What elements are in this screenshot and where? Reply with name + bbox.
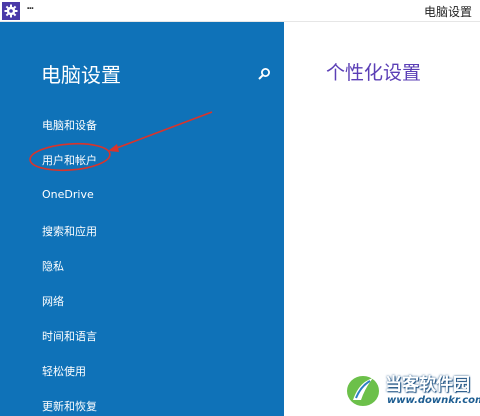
sidebar-item-search-apps[interactable]: 搜索和应用 (42, 223, 97, 239)
sidebar-item-network[interactable]: 网络 (42, 293, 64, 309)
watermark-logo-icon (345, 374, 381, 408)
window-menu-button[interactable]: ┅ (27, 2, 34, 15)
window-title: 电脑设置 (423, 5, 472, 19)
sidebar-item-time-language[interactable]: 时间和语言 (42, 328, 97, 344)
watermark-name: 当客软件园 (385, 375, 470, 395)
main-title: 个性化设置 (326, 62, 422, 84)
sidebar-item-ease-of-access[interactable]: 轻松使用 (42, 363, 86, 379)
sidebar-item-update-recovery[interactable]: 更新和恢复 (42, 398, 97, 414)
sidebar-item-accounts[interactable]: 用户和帐户 (42, 152, 97, 168)
sidebar-item-privacy[interactable]: 隐私 (42, 258, 64, 274)
search-icon[interactable] (257, 66, 271, 80)
sidebar: 电脑设置 电脑和设备 用户和帐户 OneDrive 搜索和应用 隐私 网络 时间… (0, 22, 284, 416)
title-bar: ┅ 电脑设置 (0, 0, 480, 22)
watermark: 当客软件园 www.downkr.com (343, 368, 480, 416)
sidebar-item-devices[interactable]: 电脑和设备 (42, 117, 97, 133)
sidebar-item-onedrive[interactable]: OneDrive (42, 188, 94, 201)
watermark-url: www.downkr.com (387, 395, 480, 406)
sidebar-title: 电脑设置 (41, 63, 121, 87)
gear-icon[interactable] (2, 2, 20, 20)
